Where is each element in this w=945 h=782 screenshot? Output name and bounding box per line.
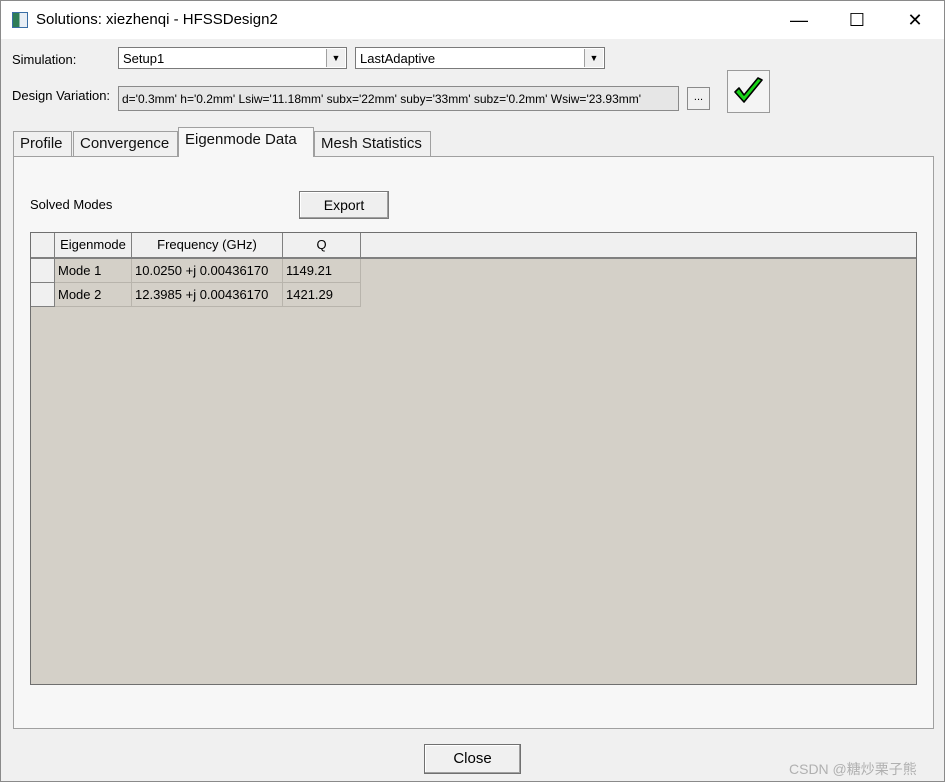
row-header[interactable]: [31, 259, 55, 283]
status-indicator: [727, 70, 770, 113]
cell-q: 1421.29: [283, 283, 361, 307]
column-header-eigenmode[interactable]: Eigenmode: [55, 233, 132, 257]
cell-mode: Mode 2: [55, 283, 132, 307]
maximize-button[interactable]: ☐: [834, 1, 880, 39]
tab-convergence[interactable]: Convergence: [73, 131, 178, 156]
setup-select-value: Setup1: [123, 51, 165, 66]
solution-select[interactable]: LastAdaptive ▼: [355, 47, 605, 69]
solutions-dialog: Solutions: xiezhenqi - HFSSDesign2 — ☐ ✕…: [0, 0, 945, 782]
row-header[interactable]: [31, 283, 55, 307]
cell-frequency: 12.3985 +j 0.00436170: [132, 283, 283, 307]
chevron-down-icon[interactable]: ▼: [326, 49, 345, 67]
close-button[interactable]: Close: [424, 744, 521, 774]
title-bar: Solutions: xiezhenqi - HFSSDesign2 — ☐ ✕: [1, 1, 944, 39]
app-icon: [12, 12, 28, 28]
table-header: Eigenmode Frequency (GHz) Q: [31, 233, 916, 259]
cell-q: 1149.21: [283, 259, 361, 283]
design-variation-label: Design Variation:: [12, 88, 111, 103]
green-check-icon: [734, 77, 763, 103]
design-variation-value: d='0.3mm' h='0.2mm' Lsiw='11.18mm' subx=…: [122, 92, 642, 106]
tab-profile[interactable]: Profile: [13, 131, 72, 156]
simulation-label: Simulation:: [12, 52, 77, 67]
eigenmode-table: Eigenmode Frequency (GHz) Q Mode 1 10.02…: [30, 232, 917, 685]
setup-select[interactable]: Setup1 ▼: [118, 47, 347, 69]
cell-mode: Mode 1: [55, 259, 132, 283]
design-variation-field: d='0.3mm' h='0.2mm' Lsiw='11.18mm' subx=…: [118, 86, 679, 111]
minimize-button[interactable]: —: [776, 1, 822, 39]
export-button[interactable]: Export: [299, 191, 389, 219]
column-header-q[interactable]: Q: [283, 233, 361, 257]
window-title: Solutions: xiezhenqi - HFSSDesign2: [36, 11, 278, 28]
corner-cell: [31, 233, 55, 257]
cell-frequency: 10.0250 +j 0.00436170: [132, 259, 283, 283]
chevron-down-icon[interactable]: ▼: [584, 49, 603, 67]
solved-modes-label: Solved Modes: [30, 197, 113, 212]
tab-eigenmode-data[interactable]: Eigenmode Data: [178, 127, 314, 157]
close-window-button[interactable]: ✕: [892, 1, 938, 39]
solution-select-value: LastAdaptive: [360, 51, 436, 66]
browse-variation-button[interactable]: ...: [687, 87, 710, 110]
column-header-frequency[interactable]: Frequency (GHz): [132, 233, 283, 257]
tab-mesh-statistics[interactable]: Mesh Statistics: [314, 131, 431, 156]
watermark-text: CSDN @糖炒栗子熊: [789, 761, 917, 777]
